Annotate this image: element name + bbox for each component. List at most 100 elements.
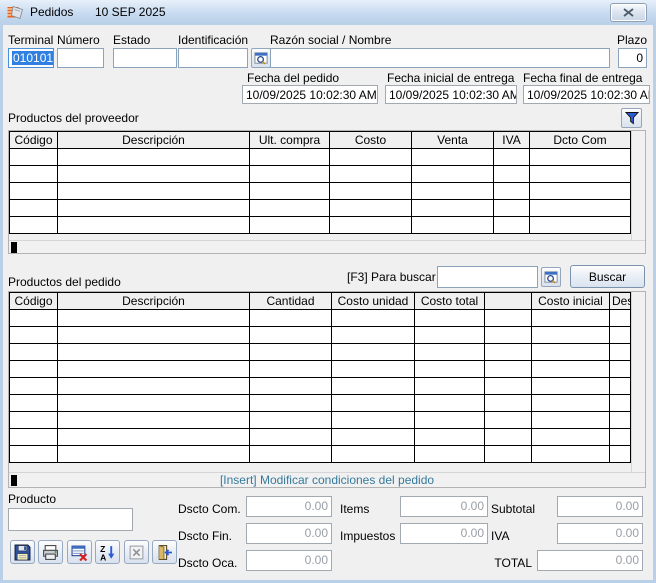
table-cell[interactable] — [494, 183, 530, 200]
table-cell[interactable] — [58, 217, 250, 234]
table-cell[interactable] — [58, 446, 250, 463]
sort-za-button[interactable]: Z A — [95, 540, 120, 564]
table-row[interactable] — [10, 344, 631, 361]
estado-input[interactable] — [113, 48, 177, 68]
table-cell[interactable] — [532, 310, 610, 327]
table-cell[interactable] — [415, 310, 485, 327]
table-cell[interactable] — [250, 429, 332, 446]
table-cell[interactable] — [250, 395, 332, 412]
table-cell[interactable] — [10, 378, 58, 395]
buscar-lookup-button[interactable] — [541, 267, 561, 287]
terminal-input[interactable]: 010101 — [8, 48, 54, 68]
table-cell[interactable] — [532, 344, 610, 361]
table-cell[interactable] — [10, 429, 58, 446]
table-cell[interactable] — [610, 310, 631, 327]
proveedor-table-body[interactable] — [10, 149, 631, 234]
table-cell[interactable] — [610, 361, 631, 378]
clear-button[interactable] — [124, 540, 149, 564]
table-cell[interactable] — [415, 344, 485, 361]
table-cell[interactable] — [494, 166, 530, 183]
table-cell[interactable] — [412, 183, 494, 200]
table-cell[interactable] — [415, 327, 485, 344]
delete-record-button[interactable] — [67, 540, 92, 564]
table-cell[interactable] — [330, 166, 412, 183]
fecha-inicial-input[interactable]: 10/09/2025 10:02:30 AM — [385, 85, 517, 104]
table-cell[interactable] — [494, 200, 530, 217]
table-cell[interactable] — [10, 310, 58, 327]
table-cell[interactable] — [332, 412, 415, 429]
numero-input[interactable] — [57, 48, 104, 68]
producto-input[interactable] — [8, 508, 133, 531]
table-cell[interactable] — [532, 327, 610, 344]
table-cell[interactable] — [530, 200, 631, 217]
table-row[interactable] — [10, 361, 631, 378]
table-cell[interactable] — [330, 183, 412, 200]
buscar-button[interactable]: Buscar — [570, 265, 645, 288]
table-cell[interactable] — [10, 412, 58, 429]
table-cell[interactable] — [58, 327, 250, 344]
table-cell[interactable] — [58, 395, 250, 412]
table-cell[interactable] — [610, 327, 631, 344]
table-cell[interactable] — [530, 183, 631, 200]
table-cell[interactable] — [58, 412, 250, 429]
table-cell[interactable] — [530, 166, 631, 183]
table-cell[interactable] — [10, 149, 58, 166]
table-cell[interactable] — [532, 446, 610, 463]
fecha-pedido-input[interactable]: 10/09/2025 10:02:30 AM — [242, 85, 378, 104]
save-button[interactable] — [10, 540, 35, 564]
table-cell[interactable] — [10, 200, 58, 217]
table-cell[interactable] — [485, 310, 532, 327]
proveedor-vscrollbar[interactable] — [631, 131, 645, 240]
table-cell[interactable] — [250, 217, 330, 234]
table-cell[interactable] — [415, 412, 485, 429]
exit-button[interactable] — [152, 540, 177, 564]
table-cell[interactable] — [250, 378, 332, 395]
table-cell[interactable] — [332, 446, 415, 463]
table-row[interactable] — [10, 310, 631, 327]
table-cell[interactable] — [485, 344, 532, 361]
pedido-table-body[interactable] — [10, 310, 631, 463]
table-cell[interactable] — [10, 361, 58, 378]
subtotal-input[interactable]: 0.00 — [557, 496, 643, 517]
table-cell[interactable] — [58, 200, 250, 217]
fecha-final-input[interactable]: 10/09/2025 10:02:30 AM — [523, 85, 650, 104]
table-cell[interactable] — [610, 446, 631, 463]
table-cell[interactable] — [494, 217, 530, 234]
table-cell[interactable] — [58, 166, 250, 183]
table-row[interactable] — [10, 429, 631, 446]
table-cell[interactable] — [415, 429, 485, 446]
identificacion-input[interactable] — [178, 48, 248, 68]
table-cell[interactable] — [58, 149, 250, 166]
table-row[interactable] — [10, 149, 631, 166]
table-cell[interactable] — [250, 200, 330, 217]
table-cell[interactable] — [332, 378, 415, 395]
table-cell[interactable] — [415, 446, 485, 463]
items-input[interactable]: 0.00 — [400, 496, 488, 517]
identificacion-lookup-button[interactable] — [251, 48, 271, 68]
table-cell[interactable] — [485, 361, 532, 378]
filter-button[interactable] — [621, 108, 642, 128]
table-cell[interactable] — [415, 395, 485, 412]
table-cell[interactable] — [412, 200, 494, 217]
table-cell[interactable] — [58, 361, 250, 378]
table-cell[interactable] — [250, 183, 330, 200]
table-row[interactable] — [10, 183, 631, 200]
plazo-input[interactable]: 0 — [618, 48, 647, 68]
buscar-input[interactable] — [437, 266, 538, 288]
table-cell[interactable] — [58, 310, 250, 327]
table-cell[interactable] — [532, 429, 610, 446]
table-cell[interactable] — [10, 183, 58, 200]
table-cell[interactable] — [10, 446, 58, 463]
table-cell[interactable] — [250, 310, 332, 327]
table-cell[interactable] — [485, 446, 532, 463]
total-input[interactable]: 0.00 — [537, 550, 643, 571]
pedido-vscrollbar[interactable] — [631, 292, 645, 472]
iva-input[interactable]: 0.00 — [557, 523, 643, 544]
table-cell[interactable] — [250, 149, 330, 166]
close-button[interactable] — [610, 3, 647, 22]
table-cell[interactable] — [58, 183, 250, 200]
table-cell[interactable] — [532, 412, 610, 429]
table-cell[interactable] — [485, 429, 532, 446]
impuestos-input[interactable]: 0.00 — [400, 523, 488, 544]
table-cell[interactable] — [485, 327, 532, 344]
